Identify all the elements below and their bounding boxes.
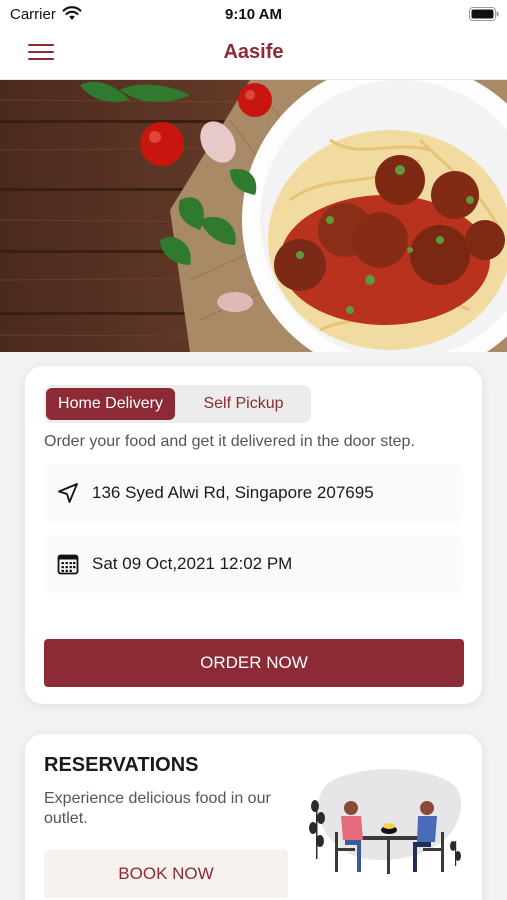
clock-time: 9:10 AM [225, 6, 282, 23]
dining-couple-illustration [309, 769, 462, 874]
location-arrow-icon [58, 483, 78, 503]
reservations-title: RESERVATIONS [44, 754, 199, 776]
address-field[interactable]: 136 Syed Alwi Rd, Singapore 207695 [44, 464, 463, 522]
self-pickup-tab[interactable]: Self Pickup [179, 388, 308, 420]
datetime-field[interactable]: Sat 09 Oct,2021 12:02 PM [44, 535, 463, 593]
delivery-description: Order your food and get it delivered in … [44, 433, 415, 450]
home-delivery-tab[interactable]: Home Delivery [46, 388, 175, 420]
calendar-icon [57, 554, 79, 575]
reservations-description: Experience delicious food in our outlet. [44, 790, 271, 827]
app-title: Aasife [223, 41, 284, 63]
nav-bar: Aasife [0, 28, 507, 80]
book-now-button[interactable]: BOOK NOW [44, 850, 288, 898]
address-text: 136 Syed Alwi Rd, Singapore 207695 [92, 483, 374, 502]
hero-food-image [0, 80, 507, 352]
delivery-mode-toggle: Home Delivery Self Pickup [44, 385, 311, 423]
battery-icon [469, 7, 499, 21]
spaghetti-meatballs-illustration [0, 80, 507, 352]
delivery-card: Home Delivery Self Pickup Order your foo… [25, 366, 482, 704]
order-now-button[interactable]: ORDER NOW [44, 639, 464, 687]
datetime-text: Sat 09 Oct,2021 12:02 PM [92, 554, 293, 573]
reservations-card: RESERVATIONS Experience delicious food i… [25, 734, 482, 900]
status-bar: Carrier 9:10 AM [0, 0, 507, 28]
